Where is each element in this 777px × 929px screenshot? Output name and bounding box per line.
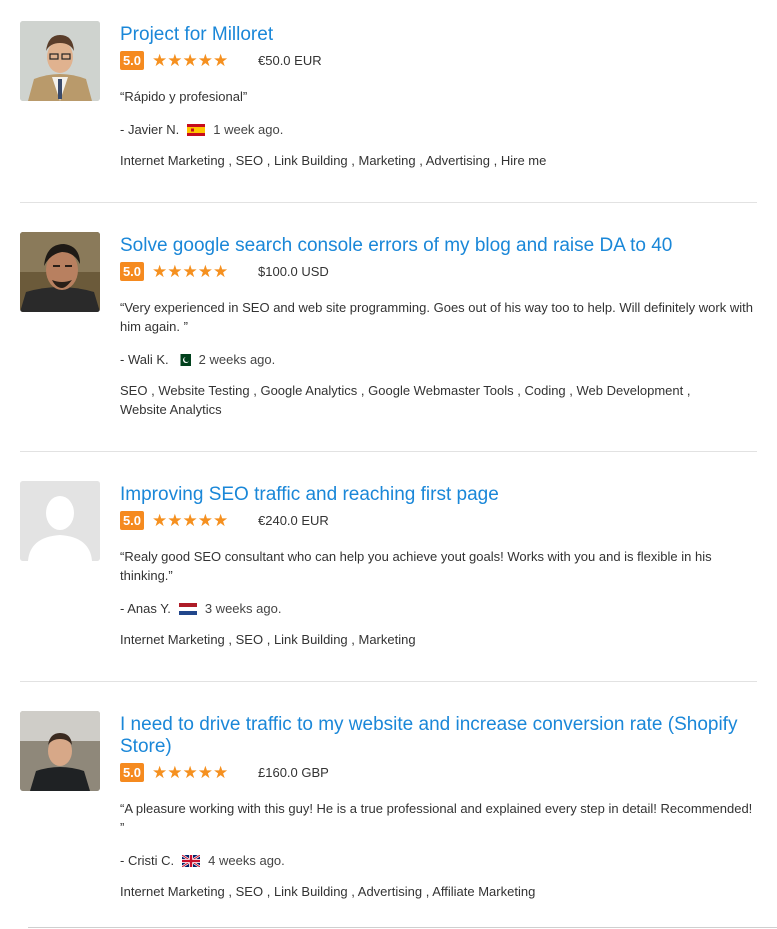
- review-comment: “A pleasure working with this guy! He is…: [120, 801, 753, 835]
- review-time-ago: 4 weeks ago.: [208, 853, 285, 868]
- skill-tags: Internet Marketing , SEO , Link Building…: [120, 153, 547, 168]
- skill-tag[interactable]: SEO: [236, 632, 263, 647]
- review-author-row: - Wali K. 2 weeks ago.: [120, 352, 275, 367]
- skill-tag[interactable]: Google Analytics: [260, 383, 357, 398]
- rating-row: 5.0 ★★★★★ $100.0 USD: [120, 261, 329, 281]
- review-time-ago: 3 weeks ago.: [204, 601, 282, 616]
- skill-tag[interactable]: Marketing: [359, 632, 416, 647]
- review-comment: “Realy good SEO consultant who can help …: [120, 549, 712, 583]
- skill-tag[interactable]: Advertising: [426, 153, 490, 168]
- review-author: - Anas Y.: [120, 601, 171, 616]
- rating-score-badge: 5.0: [120, 510, 144, 530]
- star-rating-icon: ★★★★★: [152, 261, 229, 281]
- skill-tag[interactable]: Internet Marketing: [120, 153, 225, 168]
- skill-tag[interactable]: SEO: [120, 383, 147, 398]
- skill-tags: Internet Marketing , SEO , Link Building…: [120, 632, 416, 647]
- rating-row: 5.0 ★★★★★ €240.0 EUR: [120, 510, 329, 530]
- skill-tag[interactable]: Hire me: [501, 153, 547, 168]
- skill-tag[interactable]: Internet Marketing: [120, 632, 225, 647]
- review-author-row: - Cristi C. 4 weeks ago.: [120, 853, 285, 868]
- review-title[interactable]: Improving SEO traffic and reaching first…: [120, 484, 760, 506]
- rating-row: 5.0 ★★★★★ €50.0 EUR: [120, 50, 322, 70]
- review-author-row: - Anas Y. 3 weeks ago.: [120, 601, 281, 616]
- reviewer-avatar[interactable]: [20, 232, 100, 312]
- review-author: - Javier N.: [120, 122, 180, 137]
- skill-tag[interactable]: Internet Marketing: [120, 884, 225, 899]
- reviewer-avatar[interactable]: [20, 21, 100, 101]
- skill-tag[interactable]: SEO: [236, 884, 263, 899]
- skill-tag[interactable]: Web Development: [577, 383, 684, 398]
- review-title[interactable]: I need to drive traffic to my website an…: [120, 714, 760, 758]
- star-rating-icon: ★★★★★: [152, 762, 229, 782]
- netherlands-flag-icon: [178, 602, 197, 615]
- divider: [20, 202, 757, 203]
- skill-tag[interactable]: Link Building: [274, 632, 348, 647]
- skill-tag[interactable]: Link Building: [274, 153, 348, 168]
- reviewer-avatar[interactable]: [20, 711, 100, 791]
- skill-tag[interactable]: Coding: [524, 383, 565, 398]
- review-comment: “Rápido y profesional”: [120, 89, 248, 104]
- skill-tag[interactable]: Marketing: [359, 153, 416, 168]
- rating-score-badge: 5.0: [120, 762, 144, 782]
- skill-tag[interactable]: Advertising: [358, 884, 422, 899]
- star-rating-icon: ★★★★★: [152, 50, 229, 70]
- skill-tags: SEO , Website Testing , Google Analytics…: [120, 383, 691, 417]
- reviewer-avatar[interactable]: [20, 481, 100, 561]
- skill-tag[interactable]: Website Testing: [158, 383, 249, 398]
- skill-tag[interactable]: SEO: [236, 153, 263, 168]
- review-comment: “Very experienced in SEO and web site pr…: [120, 300, 753, 334]
- project-amount: €240.0 EUR: [258, 512, 329, 528]
- pakistan-flag-icon: [176, 353, 191, 366]
- star-rating-icon: ★★★★★: [152, 510, 229, 530]
- project-amount: $100.0 USD: [258, 263, 329, 279]
- review-time-ago: 2 weeks ago.: [198, 352, 276, 367]
- rating-row: 5.0 ★★★★★ £160.0 GBP: [120, 762, 329, 782]
- review-title[interactable]: Project for Milloret: [120, 24, 760, 46]
- skill-tag[interactable]: Affiliate Marketing: [432, 884, 535, 899]
- review-time-ago: 1 week ago.: [213, 122, 284, 137]
- rating-score-badge: 5.0: [120, 261, 144, 281]
- review-title[interactable]: Solve google search console errors of my…: [120, 235, 760, 257]
- review-author-row: - Javier N. 1 week ago.: [120, 122, 283, 137]
- project-amount: £160.0 GBP: [258, 764, 329, 780]
- uk-flag-icon: [182, 854, 201, 867]
- review-author: - Wali K.: [120, 352, 169, 367]
- skill-tag[interactable]: Link Building: [274, 884, 348, 899]
- divider: [20, 681, 757, 682]
- project-amount: €50.0 EUR: [258, 52, 322, 68]
- divider: [28, 927, 777, 928]
- spain-flag-icon: [187, 123, 206, 136]
- skill-tags: Internet Marketing , SEO , Link Building…: [120, 884, 536, 899]
- rating-score-badge: 5.0: [120, 50, 144, 70]
- skill-tag[interactable]: Website Analytics: [120, 402, 222, 417]
- skill-tag[interactable]: Google Webmaster Tools: [368, 383, 513, 398]
- review-author: - Cristi C.: [120, 853, 175, 868]
- divider: [20, 451, 757, 452]
